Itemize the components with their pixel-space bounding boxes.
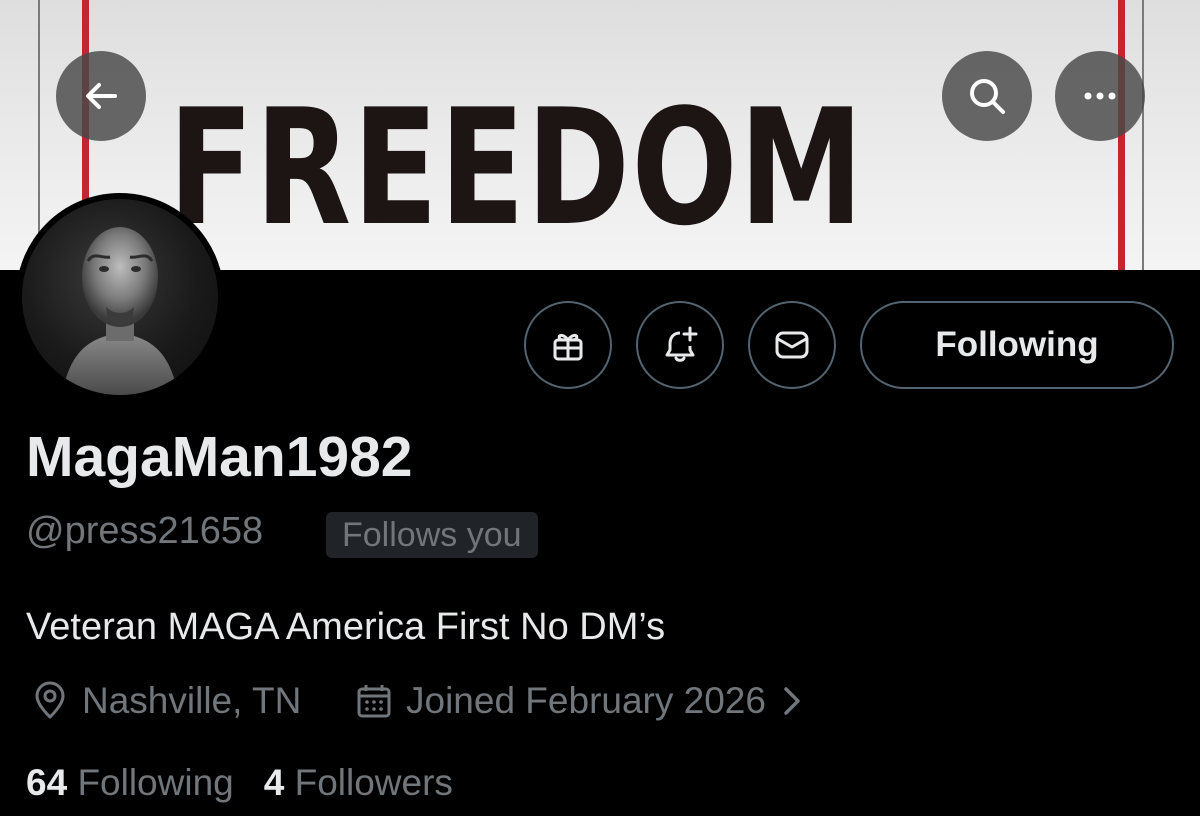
more-icon [1084,92,1116,100]
back-arrow-icon [86,83,117,109]
message-button[interactable] [748,301,836,389]
following-count: 64 [26,762,68,803]
chevron-right-icon [784,687,800,715]
mail-icon [775,331,809,359]
following-button[interactable]: Following [860,301,1174,389]
followers-count: 4 [263,762,285,803]
gift-icon [553,333,583,361]
back-button[interactable] [56,51,146,141]
avatar[interactable] [16,193,224,401]
user-handle: @press21658 [26,510,264,552]
avatar-photo [22,199,218,395]
joined-text: Joined February 2026 [406,680,766,721]
avatar-portrait-icon [62,227,178,395]
joined-date[interactable]: Joined February 2026 [354,678,804,724]
location-text: Nashville, TN [82,680,302,721]
display-name: MagaMan1982 [26,425,413,489]
location: Nashville, TN [30,678,301,724]
location-pin-icon [35,681,65,719]
following-stat[interactable]: 64 Following [26,762,234,804]
following-label: Following [77,762,234,803]
search-button[interactable] [942,51,1032,141]
banner-text: FREEDOM [168,74,865,261]
profile-stats: 64 Following 4 Followers [26,762,453,804]
bell-plus-icon [665,326,698,362]
profile-bio: Veteran MAGA America First No DM’s [26,606,666,648]
calendar-icon [357,685,391,718]
banner-frame-right [1142,0,1144,270]
follows-you-badge: Follows you [326,512,538,558]
followers-label: Followers [294,762,453,803]
notifications-button[interactable] [636,301,724,389]
followers-stat[interactable]: 4 Followers [264,762,453,804]
more-options-button[interactable] [1055,51,1145,141]
gift-button[interactable] [524,301,612,389]
search-icon [970,79,1005,114]
